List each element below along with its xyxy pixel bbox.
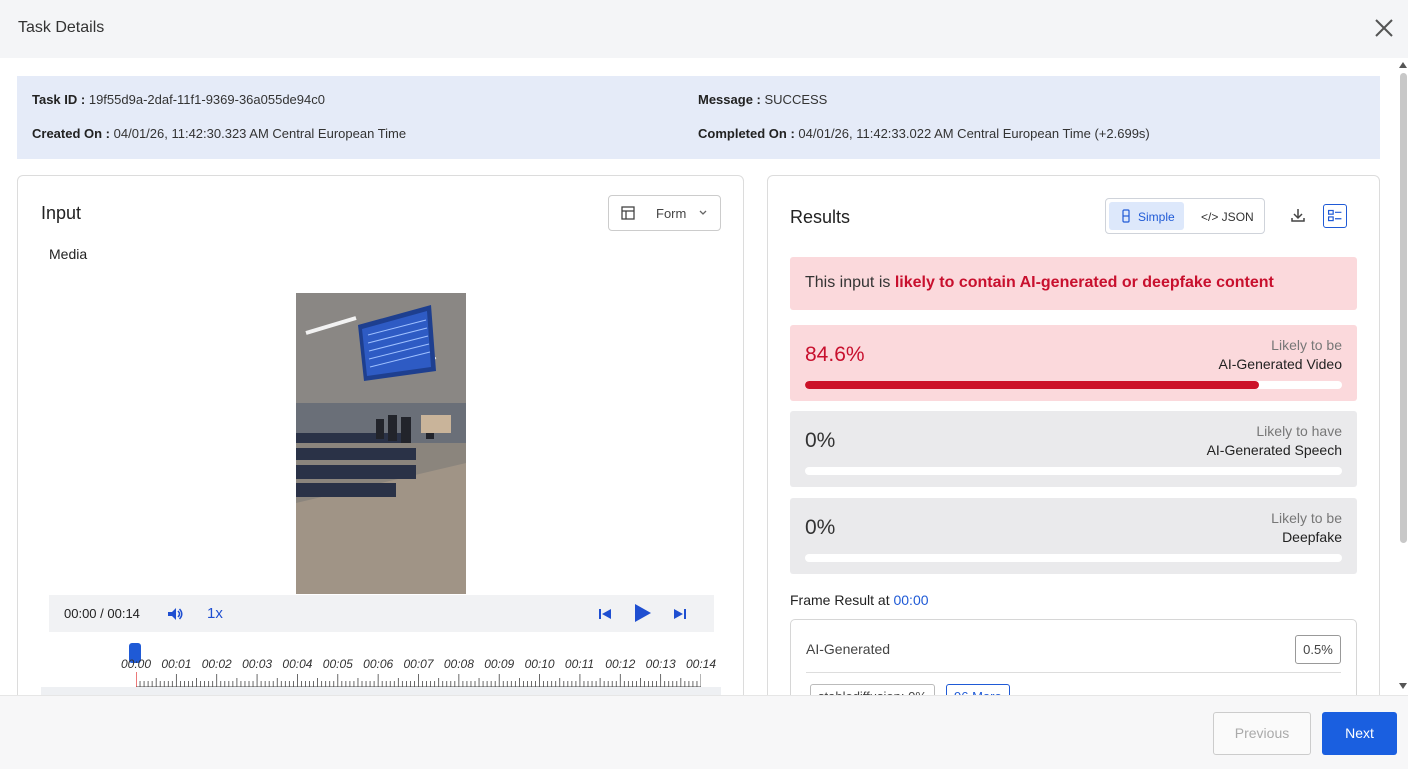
score-progress-fill [805,381,1260,389]
view-mode-value: Form [656,206,687,221]
video-controls: 00:00 / 00:14 1x [49,595,714,632]
verdict-prefix: This input is [805,274,895,291]
timeline-label: 00:04 [282,657,313,671]
score-value: 84.6% [805,343,865,366]
more-models-button[interactable]: 96 More [946,684,1010,695]
frame-category-value: 0.5% [1295,635,1341,664]
frame-result-time[interactable]: 00:00 [893,592,928,608]
message-row: Message : SUCCESS [698,92,827,107]
input-panel-title: Input [41,203,82,223]
scroll-down-icon[interactable] [1399,683,1407,689]
completed-value: 04/01/26, 11:42:33.022 AM Central Europe… [798,126,1150,141]
form-layout-icon [621,206,635,220]
next-button[interactable]: Next [1322,712,1397,755]
created-row: Created On : 04/01/26, 11:42:30.323 AM C… [32,126,406,141]
message-label: Message : [698,92,761,107]
timeline-label: 00:05 [322,657,353,671]
view-toggle: Simple </> JSON [1105,198,1265,234]
task-info-banner: Task ID : 19f55d9a-2daf-11f1-9369-36a055… [17,76,1380,159]
timeline-label: 00:07 [403,657,434,671]
timeline-label: 00:12 [605,657,636,671]
timeline-label: 00:13 [645,657,676,671]
scrollbar-thumb[interactable] [1400,73,1407,543]
score-line2: AI-Generated Video [1218,356,1343,372]
playback-speed-button[interactable]: 1x [207,605,223,622]
score-line2: Deepfake [1282,529,1342,545]
score-card-video: 84.6% Likely to be AI-Generated Video [790,325,1357,401]
timeline-label: 00:10 [524,657,555,671]
score-line2: AI-Generated Speech [1206,442,1342,458]
previous-button[interactable]: Previous [1213,712,1311,755]
created-label: Created On : [32,126,111,141]
frame-result-heading: Frame Result at 00:00 [790,592,929,608]
frame-result-box: AI-Generated 0.5% stablediffusion: 0% 96… [790,619,1357,695]
task-id-row: Task ID : 19f55d9a-2daf-11f1-9369-36a055… [32,92,325,107]
results-panel-title: Results [790,207,851,227]
dialog-header: Task Details [0,0,1408,58]
tab-json[interactable]: </> JSON [1201,210,1254,224]
detail-view-icon[interactable] [1323,204,1347,228]
score-progress-bar [805,554,1342,562]
video-thumbnail[interactable] [296,293,466,594]
task-id-value: 19f55d9a-2daf-11f1-9369-36a055de94c0 [88,92,325,107]
score-value: 0% [805,429,836,452]
timeline-label: 00:08 [443,657,474,671]
score-line1: Likely to have [1256,423,1342,439]
created-value: 04/01/26, 11:42:30.323 AM Central Europe… [113,126,407,141]
results-panel: Results Simple </> JSON This input is li… [767,175,1380,695]
timeline-label: 00:01 [161,657,192,671]
skip-next-icon[interactable] [672,606,688,622]
score-line1: Likely to be [1271,337,1342,353]
timeline-label: 00:06 [363,657,394,671]
score-value: 0% [805,516,836,539]
chevron-down-icon [699,210,707,215]
dialog-footer: Previous Next [0,695,1408,769]
divider [806,672,1341,673]
scroll-up-icon[interactable] [1399,62,1407,68]
score-card-deepfake: 0% Likely to be Deepfake [790,498,1357,574]
timeline-ticks [136,672,701,688]
timeline-label: 00:09 [484,657,515,671]
verdict-highlight: likely to contain AI-generated or deepfa… [894,274,1274,291]
timeline-label: 00:02 [201,657,232,671]
verdict-banner: This input is likely to contain AI-gener… [790,257,1357,310]
frame-result-label: Frame Result at [790,592,894,608]
frame-category-name: AI-Generated [806,641,891,657]
timeline-label: 00:14 [686,657,717,671]
task-id-label: Task ID : [32,92,86,107]
download-icon[interactable] [1290,207,1306,223]
input-panel: Input Form Media 00:00 / 00:14 1x 00:00 … [17,175,744,695]
playback-time: 00:00 / 00:14 [64,606,140,621]
play-icon[interactable] [631,602,653,624]
score-card-speech: 0% Likely to have AI-Generated Speech [790,411,1357,487]
score-progress-bar [805,381,1342,389]
tab-simple[interactable]: Simple [1109,202,1184,230]
timeline-label: 00:11 [564,657,595,671]
timeline-label: 00:00 [121,657,152,671]
completed-row: Completed On : 04/01/26, 11:42:33.022 AM… [698,126,1150,141]
close-icon[interactable] [1373,17,1395,39]
timeline-track [41,687,721,695]
score-progress-bar [805,467,1342,475]
view-mode-select[interactable]: Form [608,195,721,231]
simple-view-icon [1122,209,1130,223]
video-timeline[interactable]: 00:00 00:01 00:02 00:03 00:04 00:05 00:06 00:07… [41,639,721,695]
tab-simple-label: Simple [1138,210,1175,224]
completed-label: Completed On : [698,126,795,141]
skip-previous-icon[interactable] [597,606,613,622]
score-line1: Likely to be [1271,510,1342,526]
media-label: Media [49,246,88,262]
timeline-label: 00:03 [242,657,273,671]
dialog-body[interactable]: Task ID : 19f55d9a-2daf-11f1-9369-36a055… [0,58,1408,695]
vertical-scrollbar[interactable] [1398,58,1408,695]
volume-icon[interactable] [166,605,184,623]
message-value: SUCCESS [764,92,828,107]
dialog-title: Task Details [18,19,105,36]
model-chip: stablediffusion: 0% [810,684,935,695]
